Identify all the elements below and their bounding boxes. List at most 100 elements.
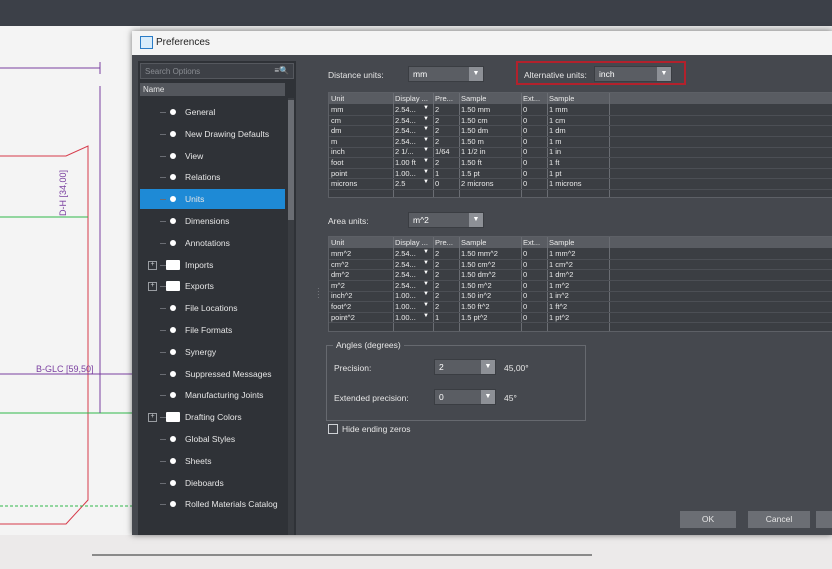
table-cell[interactable]: 1.50 cm^2 <box>461 260 520 269</box>
column-header[interactable]: Unit <box>331 238 344 247</box>
table-cell[interactable]: 1/64 <box>435 147 458 156</box>
distance-units-select[interactable]: mm ▼ <box>408 66 484 82</box>
table-cell[interactable]: point^2 <box>331 313 392 322</box>
table-cell[interactable]: 0 <box>523 249 546 258</box>
tree-item[interactable]: Sheets <box>140 451 285 471</box>
table-cell[interactable]: 0 <box>523 158 546 167</box>
table-cell[interactable]: 1 <box>435 169 458 178</box>
tree-item[interactable]: Rolled Materials Catalog <box>140 494 285 514</box>
tree-item[interactable]: Units <box>140 189 285 210</box>
ok-button[interactable]: OK <box>680 511 736 528</box>
chevron-down-icon[interactable]: ▼ <box>423 270 429 276</box>
table-cell[interactable]: 1 ft <box>549 158 608 167</box>
table-cell[interactable]: 1.50 in^2 <box>461 291 520 300</box>
table-cell[interactable]: cm <box>331 116 392 125</box>
table-cell[interactable]: cm^2 <box>331 260 392 269</box>
table-cell[interactable]: 1 dm <box>549 126 608 135</box>
expand-icon[interactable]: + <box>148 413 157 423</box>
table-cell[interactable]: 1 ft^2 <box>549 302 608 311</box>
area-units-table[interactable]: Unit Display ... Pre... Sample Ext... Sample m… <box>328 236 832 332</box>
table-cell[interactable]: 1.5 pt^2 <box>461 313 520 322</box>
table-cell[interactable]: 0 <box>523 137 546 146</box>
table-cell[interactable]: 1 m^2 <box>549 281 608 290</box>
table-cell[interactable]: 0 <box>523 147 546 156</box>
table-cell[interactable]: 0 <box>523 302 546 311</box>
table-cell[interactable]: 1 in <box>549 147 608 156</box>
chevron-down-icon[interactable]: ▼ <box>423 116 429 122</box>
chevron-down-icon[interactable]: ▼ <box>423 105 429 111</box>
table-cell[interactable]: dm^2 <box>331 270 392 279</box>
tree-item[interactable]: New Drawing Defaults <box>140 124 285 144</box>
tree-item[interactable]: General <box>140 102 285 122</box>
area-units-select[interactable]: m^2 ▼ <box>408 212 484 228</box>
tree-item[interactable]: Manufacturing Joints <box>140 385 285 405</box>
table-cell[interactable]: 2 <box>435 291 458 300</box>
table-cell[interactable]: point <box>331 169 392 178</box>
table-cell[interactable]: 2 <box>435 281 458 290</box>
table-cell[interactable]: 2 <box>435 249 458 258</box>
table-cell[interactable]: m^2 <box>331 281 392 290</box>
table-cell[interactable]: foot^2 <box>331 302 392 311</box>
table-cell[interactable]: 0 <box>523 260 546 269</box>
column-header[interactable]: Unit <box>331 94 344 103</box>
extended-precision-select[interactable]: 0 ▼ <box>434 389 496 405</box>
table-cell[interactable]: 0 <box>523 281 546 290</box>
column-header[interactable]: Display ... <box>395 238 428 247</box>
column-header[interactable]: Sample <box>461 94 486 103</box>
column-header[interactable]: Sample <box>461 238 486 247</box>
table-cell[interactable]: 1 pt^2 <box>549 313 608 322</box>
search-input[interactable]: Search Options ≡🔍 <box>140 63 294 79</box>
chevron-down-icon[interactable]: ▼ <box>423 126 429 132</box>
table-cell[interactable]: foot <box>331 158 392 167</box>
table-cell[interactable]: 0 <box>523 105 546 114</box>
table-cell[interactable]: 2 <box>435 126 458 135</box>
table-cell[interactable]: 0 <box>523 116 546 125</box>
table-cell[interactable]: inch^2 <box>331 291 392 300</box>
table-cell[interactable]: 1 m <box>549 137 608 146</box>
chevron-down-icon[interactable]: ▼ <box>469 213 483 227</box>
tree-item[interactable]: Suppressed Messages <box>140 364 285 384</box>
search-icon[interactable]: ≡🔍 <box>274 66 289 75</box>
expand-icon[interactable]: + <box>148 282 157 292</box>
hide-ending-zeros-checkbox[interactable] <box>328 424 338 434</box>
table-cell[interactable]: 1.5 pt <box>461 169 520 178</box>
chevron-down-icon[interactable]: ▼ <box>481 390 495 404</box>
tree-item[interactable]: View <box>140 146 285 166</box>
column-header[interactable]: Pre... <box>435 238 453 247</box>
table-cell[interactable]: 0 <box>523 169 546 178</box>
table-cell[interactable]: inch <box>331 147 392 156</box>
table-cell[interactable]: 1 1/2 in <box>461 147 520 156</box>
tree-item[interactable]: File Formats <box>140 320 285 340</box>
tree-item[interactable]: + Drafting Colors <box>140 407 285 427</box>
tree-item[interactable]: + Imports <box>140 255 285 275</box>
column-header[interactable]: Ext... <box>523 238 540 247</box>
table-cell[interactable]: microns <box>331 179 392 188</box>
table-cell[interactable]: 0 <box>523 270 546 279</box>
tree-item[interactable]: Dimensions <box>140 211 285 231</box>
chevron-down-icon[interactable]: ▼ <box>423 313 429 319</box>
table-cell[interactable]: 1.50 m <box>461 137 520 146</box>
tree-scrollbar[interactable] <box>288 98 294 535</box>
table-cell[interactable]: 2 <box>435 260 458 269</box>
table-cell[interactable]: 1.50 ft <box>461 158 520 167</box>
table-cell[interactable]: 2 <box>435 270 458 279</box>
column-header[interactable]: Ext... <box>523 94 540 103</box>
column-header[interactable]: Display ... <box>395 94 428 103</box>
expand-icon[interactable]: + <box>148 260 157 270</box>
chevron-down-icon[interactable]: ▼ <box>423 158 429 164</box>
table-cell[interactable]: 1.50 dm <box>461 126 520 135</box>
table-cell[interactable]: 1.50 mm^2 <box>461 249 520 258</box>
table-cell[interactable]: 0 <box>523 313 546 322</box>
table-cell[interactable]: 1.50 cm <box>461 116 520 125</box>
tree-item[interactable]: Dieboards <box>140 473 285 493</box>
alternative-units-select[interactable]: inch ▼ <box>594 66 672 82</box>
table-cell[interactable]: 1 microns <box>549 179 608 188</box>
tree-item[interactable]: Relations <box>140 167 285 187</box>
table-cell[interactable]: 0 <box>435 179 458 188</box>
column-header[interactable]: Sample <box>549 238 574 247</box>
table-cell[interactable]: 0 <box>523 179 546 188</box>
title-bar[interactable]: Preferences <box>132 31 832 55</box>
table-cell[interactable]: m <box>331 137 392 146</box>
tree-item[interactable]: Global Styles <box>140 429 285 449</box>
distance-units-table[interactable]: Unit Display ... Pre... Sample Ext... Sample m… <box>328 92 832 198</box>
